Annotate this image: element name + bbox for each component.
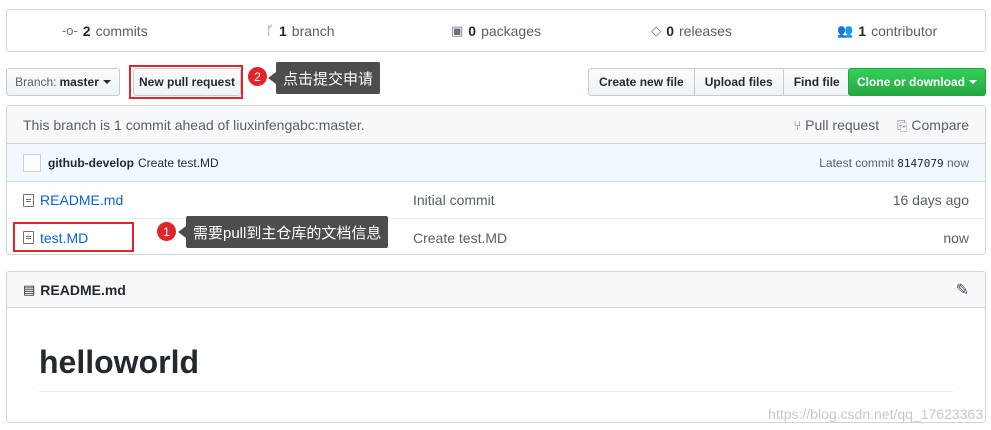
releases-stat[interactable]: ◇ 0 releases — [594, 23, 790, 39]
readme-panel: ▤ README.md ✎ helloworld — [6, 271, 986, 423]
file-age: 16 days ago — [892, 192, 969, 208]
repo-summary-bar: -o- 2 commits ᚴ 1 branch ▣ 0 packages ◇ … — [6, 9, 986, 52]
commit-sha[interactable]: 8147079 — [897, 157, 943, 170]
branch-name: master — [59, 75, 99, 89]
branch-info-text: This branch is 1 commit ahead of liuxinf… — [23, 116, 365, 133]
readme-body: helloworld — [7, 308, 985, 392]
contributor-count: 1 — [858, 22, 867, 39]
create-new-file-button[interactable]: Create new file — [589, 69, 695, 95]
file-name: README.md — [40, 192, 124, 208]
branch-stat[interactable]: ᚴ 1 branch — [203, 23, 399, 39]
releases-count: 0 — [666, 22, 675, 39]
branch-info-bar: This branch is 1 commit ahead of liuxinf… — [7, 106, 985, 144]
readme-heading: helloworld — [39, 344, 953, 392]
commits-label: commits — [95, 22, 148, 39]
file-row: test.MD Create test.MD now — [7, 219, 985, 254]
file-age: now — [943, 229, 969, 246]
latest-commit-bar: github-develop Create test.MD Latest com… — [7, 144, 985, 182]
compare-link[interactable]: ⎘ Compare — [897, 117, 969, 133]
commit-message[interactable]: Create test.MD — [138, 156, 219, 170]
file-browser: This branch is 1 commit ahead of liuxinf… — [6, 105, 986, 255]
package-icon: ▣ — [450, 23, 464, 38]
branch-prefix: Branch: — [15, 75, 57, 89]
latest-commit-meta: Latest commit 8147079 now — [819, 156, 969, 170]
latest-commit-label: Latest commit — [819, 155, 894, 170]
packages-label: packages — [481, 22, 541, 39]
chevron-down-icon — [102, 80, 111, 84]
pull-request-icon: ⑂ — [793, 117, 802, 133]
find-file-button[interactable]: Find file — [784, 69, 850, 95]
file-commit-message[interactable]: Initial commit — [413, 192, 893, 208]
contributors-stat[interactable]: 👥 1 contributor — [789, 23, 985, 39]
pull-request-label: Pull request — [805, 116, 880, 133]
file-row: README.md Initial commit 16 days ago — [7, 182, 985, 219]
packages-count: 0 — [468, 22, 477, 39]
annotation-badge-1: 1 — [157, 222, 176, 241]
chevron-down-icon — [969, 80, 977, 84]
pencil-icon[interactable]: ✎ — [956, 280, 969, 300]
branch-select-button[interactable]: Branch: master — [6, 68, 120, 96]
file-icon — [23, 193, 34, 207]
tag-icon: ◇ — [651, 23, 662, 38]
releases-label: releases — [679, 22, 732, 39]
clone-label: Clone or download — [857, 75, 965, 89]
readme-title: README.md — [40, 281, 126, 298]
file-commit-message[interactable]: Create test.MD — [413, 230, 943, 246]
readme-header: ▤ README.md ✎ — [7, 272, 985, 308]
commit-age: now — [946, 155, 969, 170]
book-icon: ▤ — [23, 282, 36, 297]
annotation-tooltip-2: 点击提交申请 — [267, 62, 381, 94]
clone-or-download-button[interactable]: Clone or download — [848, 68, 986, 96]
file-link[interactable]: README.md — [23, 192, 413, 208]
annotation-tooltip-1: 需要pull到主仓库的文档信息 — [177, 216, 389, 248]
compare-label: Compare — [911, 116, 969, 133]
pull-request-link[interactable]: ⑂ Pull request — [793, 117, 879, 133]
commit-icon: -o- — [61, 23, 78, 38]
branch-label: branch — [291, 22, 335, 39]
people-icon: 👥 — [837, 23, 854, 38]
contributor-label: contributor — [871, 22, 938, 39]
highlight-box-new-pr — [129, 65, 243, 99]
commit-author[interactable]: github-develop — [48, 156, 134, 170]
annotation-badge-2: 2 — [248, 67, 267, 86]
highlight-box-test-file — [13, 222, 134, 252]
packages-stat[interactable]: ▣ 0 packages — [398, 23, 594, 39]
branch-count: 1 — [278, 22, 287, 39]
branch-icon: ᚴ — [266, 23, 274, 38]
avatar[interactable] — [23, 153, 41, 172]
commits-count: 2 — [82, 22, 91, 39]
file-actions-group: Create new file Upload files Find file — [588, 68, 851, 96]
upload-files-button[interactable]: Upload files — [695, 69, 784, 95]
commits-stat[interactable]: -o- 2 commits — [7, 23, 203, 39]
compare-icon: ⎘ — [897, 117, 908, 133]
watermark: https://blog.csdn.net/qq_17623363 — [768, 406, 983, 422]
